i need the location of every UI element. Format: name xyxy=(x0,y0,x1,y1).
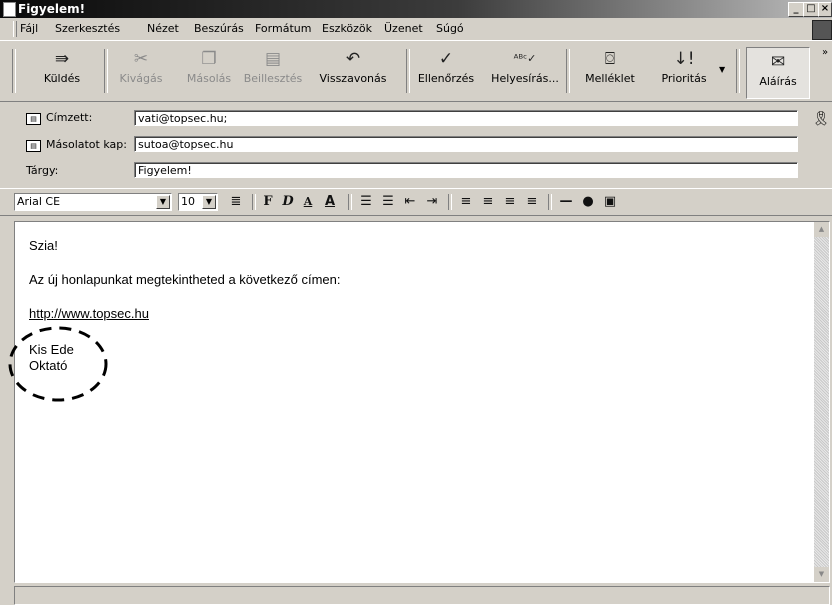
signature-highlight-circle xyxy=(8,326,108,402)
menu-help[interactable]: Súgó xyxy=(436,18,464,40)
vertical-scrollbar[interactable]: ▲ ▼ xyxy=(814,222,829,582)
close-button[interactable]: × xyxy=(818,2,832,17)
copy-icon: ❐ xyxy=(201,49,217,69)
certificate-icon: 🎗 xyxy=(812,111,830,127)
format-separator xyxy=(548,194,552,210)
insert-picture-icon[interactable]: ▣ xyxy=(600,193,620,211)
menu-insert[interactable]: Beszúrás xyxy=(194,18,244,40)
paste-icon: ▤ xyxy=(264,49,282,69)
status-bar xyxy=(14,586,830,605)
scroll-up-icon[interactable]: ▲ xyxy=(814,222,829,237)
to-field[interactable]: vati@topsec.hu; xyxy=(134,110,798,126)
undo-icon: ↶ xyxy=(345,49,361,69)
chevron-down-icon[interactable]: ▼ xyxy=(202,195,216,209)
scroll-down-icon[interactable]: ▼ xyxy=(814,567,829,582)
chevron-down-icon[interactable]: ▼ xyxy=(156,195,170,209)
toolbar-separator xyxy=(566,49,570,93)
font-size-select[interactable]: 10 ▼ xyxy=(178,193,218,211)
subject-field[interactable]: Figyelem! xyxy=(134,162,798,178)
windows-flag-icon xyxy=(812,20,832,40)
toolbar-separator xyxy=(736,49,740,93)
cc-field[interactable]: sutoa@topsec.hu xyxy=(134,136,798,152)
menu-format[interactable]: Formátum xyxy=(255,18,311,40)
align-right-icon[interactable]: ≡ xyxy=(500,193,520,211)
check-names-icon: ✓ xyxy=(438,49,454,69)
sign-button[interactable]: ✉ Aláírás xyxy=(746,47,810,99)
underline-icon[interactable]: A xyxy=(298,193,318,211)
font-color-icon[interactable]: A xyxy=(320,193,340,211)
priority-dropdown-arrow[interactable]: ▼ xyxy=(719,65,725,74)
menu-tools[interactable]: Eszközök xyxy=(322,18,372,40)
align-left-icon[interactable]: ≡ xyxy=(456,193,476,211)
spelling-button[interactable]: ᴬᴮᶜ✓ Helyesírás... xyxy=(486,45,564,97)
horizontal-line-icon[interactable]: — xyxy=(556,193,576,211)
paragraph-style-icon[interactable]: ≣ xyxy=(226,193,246,211)
sign-icon: ✉ xyxy=(770,52,786,72)
align-center-icon[interactable]: ≡ xyxy=(478,193,498,211)
minimize-button[interactable]: _ xyxy=(788,2,804,17)
numbered-list-icon[interactable]: ☰ xyxy=(356,193,376,211)
format-separator xyxy=(348,194,352,210)
menu-view[interactable]: Nézet xyxy=(147,18,179,40)
bullet-list-icon[interactable]: ☰ xyxy=(378,193,398,211)
attach-icon: ⌼ xyxy=(604,49,616,69)
bold-icon[interactable]: F xyxy=(258,193,278,211)
priority-button[interactable]: ↓! Prioritás xyxy=(650,45,718,97)
format-separator xyxy=(448,194,452,210)
hyperlink-icon[interactable]: ● xyxy=(578,193,598,211)
toolbar-overflow-icon[interactable]: » xyxy=(822,47,828,58)
paste-button[interactable]: ▤ Beillesztés xyxy=(237,45,309,97)
maximize-button[interactable]: □ xyxy=(803,2,819,17)
increase-indent-icon[interactable]: ⇥ xyxy=(422,193,442,211)
menu-message[interactable]: Üzenet xyxy=(384,18,423,40)
spelling-icon: ᴬᴮᶜ✓ xyxy=(513,52,537,65)
format-separator xyxy=(252,194,256,210)
decrease-indent-icon[interactable]: ⇤ xyxy=(400,193,420,211)
justify-icon[interactable]: ≡ xyxy=(522,193,542,211)
priority-icon: ↓! xyxy=(673,49,695,69)
attach-button[interactable]: ⌼ Melléklet xyxy=(576,45,644,97)
toolbar-separator xyxy=(406,49,410,93)
check-names-button[interactable]: ✓ Ellenőrzés xyxy=(412,45,480,97)
copy-button[interactable]: ❐ Másolás xyxy=(178,45,240,97)
undo-button[interactable]: ↶ Visszavonás xyxy=(306,45,400,97)
italic-icon[interactable]: D xyxy=(278,193,298,211)
